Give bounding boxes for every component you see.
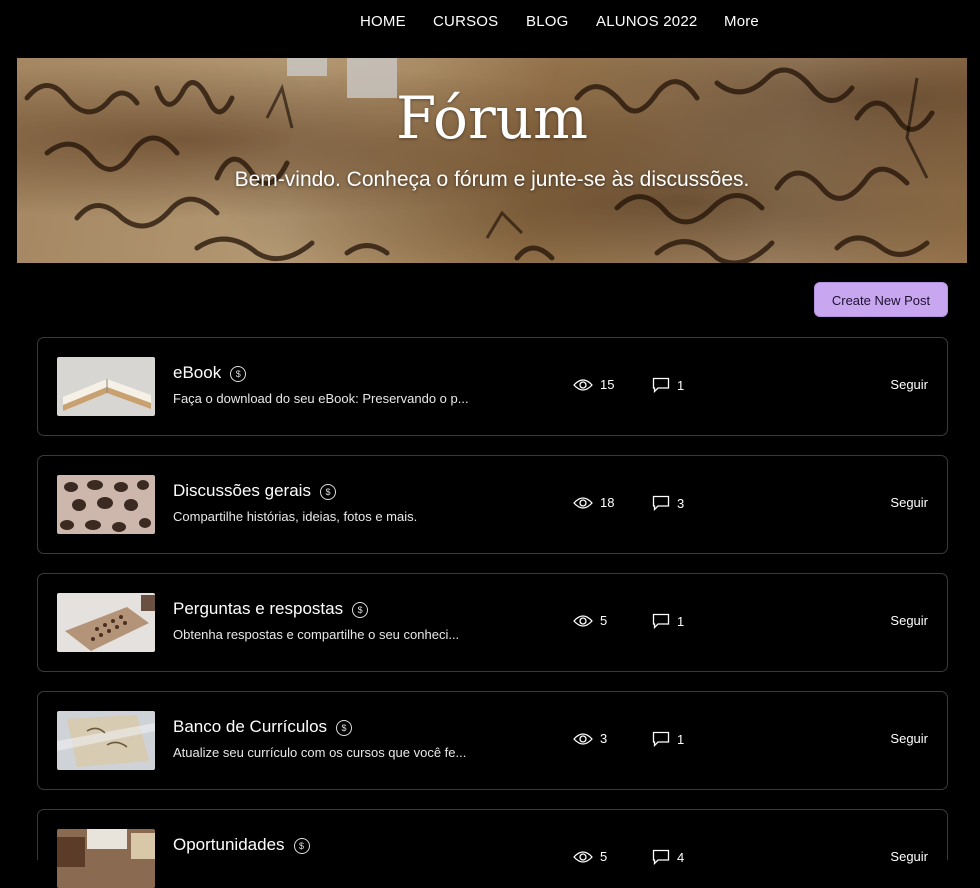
eye-icon	[573, 850, 593, 863]
views-count: 5	[573, 613, 607, 628]
comments-count: 1	[652, 731, 684, 747]
top-navigation: HOME CURSOS BLOG ALUNOS 2022 More	[0, 0, 980, 46]
eye-icon	[573, 378, 593, 391]
comment-icon	[652, 731, 670, 747]
nav-item-home[interactable]: HOME	[360, 13, 406, 30]
page-title: Fórum	[395, 84, 589, 152]
category-card-banco-de-curriculos[interactable]: Banco de Currículos $ Atualize seu currí…	[37, 691, 948, 790]
comment-icon	[652, 377, 670, 393]
category-description: Atualize seu currículo com os cursos que…	[173, 745, 467, 760]
comments-count: 3	[652, 495, 684, 511]
coin-icon: $	[319, 484, 336, 500]
hero-banner: Fórum Bem-vindo. Conheça o fórum e junte…	[17, 58, 967, 263]
follow-button[interactable]: Seguir	[890, 377, 928, 392]
coin-icon: $	[336, 720, 353, 736]
eye-icon	[573, 496, 593, 509]
category-thumbnail	[57, 357, 155, 416]
category-title[interactable]: Discussões gerais $	[173, 481, 336, 501]
views-count: 3	[573, 731, 607, 746]
category-thumbnail	[57, 711, 155, 770]
comment-icon	[652, 613, 670, 629]
comment-icon	[652, 495, 670, 511]
category-thumbnail	[57, 593, 155, 652]
create-new-post-button[interactable]: Create New Post	[814, 282, 948, 317]
comment-icon	[652, 849, 670, 865]
follow-button[interactable]: Seguir	[890, 731, 928, 746]
category-thumbnail	[57, 829, 155, 888]
follow-button[interactable]: Seguir	[890, 495, 928, 510]
eye-icon	[573, 614, 593, 627]
comments-count: 4	[652, 849, 684, 865]
coin-icon: $	[293, 838, 310, 854]
coin-icon: $	[230, 366, 247, 382]
comments-count: 1	[652, 377, 684, 393]
category-card-oportunidades[interactable]: Oportunidades $ 5 4 Seguir	[37, 809, 948, 888]
category-description: Obtenha respostas e compartilhe o seu co…	[173, 627, 460, 642]
category-title[interactable]: eBook $	[173, 363, 247, 383]
nav-item-alunos-2022[interactable]: ALUNOS 2022	[596, 13, 697, 30]
category-title[interactable]: Oportunidades $	[173, 835, 310, 855]
eye-icon	[573, 732, 593, 745]
category-description: Faça o download do seu eBook: Preservand…	[173, 391, 469, 406]
views-count: 18	[573, 495, 614, 510]
nav-item-cursos[interactable]: CURSOS	[433, 13, 498, 30]
nav-item-blog[interactable]: BLOG	[526, 13, 568, 30]
category-card-ebook[interactable]: eBook $ Faça o download do seu eBook: Pr…	[37, 337, 948, 436]
page-subtitle: Bem-vindo. Conheça o fórum e junte-se às…	[234, 168, 750, 191]
views-count: 5	[573, 849, 607, 864]
category-card-perguntas-e-respostas[interactable]: Perguntas e respostas $ Obtenha resposta…	[37, 573, 948, 672]
follow-button[interactable]: Seguir	[890, 849, 928, 864]
category-description: Compartilhe histórias, ideias, fotos e m…	[173, 509, 418, 524]
follow-button[interactable]: Seguir	[890, 613, 928, 628]
nav-item-more[interactable]: More	[724, 13, 759, 30]
category-card-discussoes-gerais[interactable]: Discussões gerais $ Compartilhe história…	[37, 455, 948, 554]
category-thumbnail	[57, 475, 155, 534]
views-count: 15	[573, 377, 614, 392]
comments-count: 1	[652, 613, 684, 629]
category-title[interactable]: Perguntas e respostas $	[173, 599, 369, 619]
category-title[interactable]: Banco de Currículos $	[173, 717, 353, 737]
coin-icon: $	[352, 602, 369, 618]
